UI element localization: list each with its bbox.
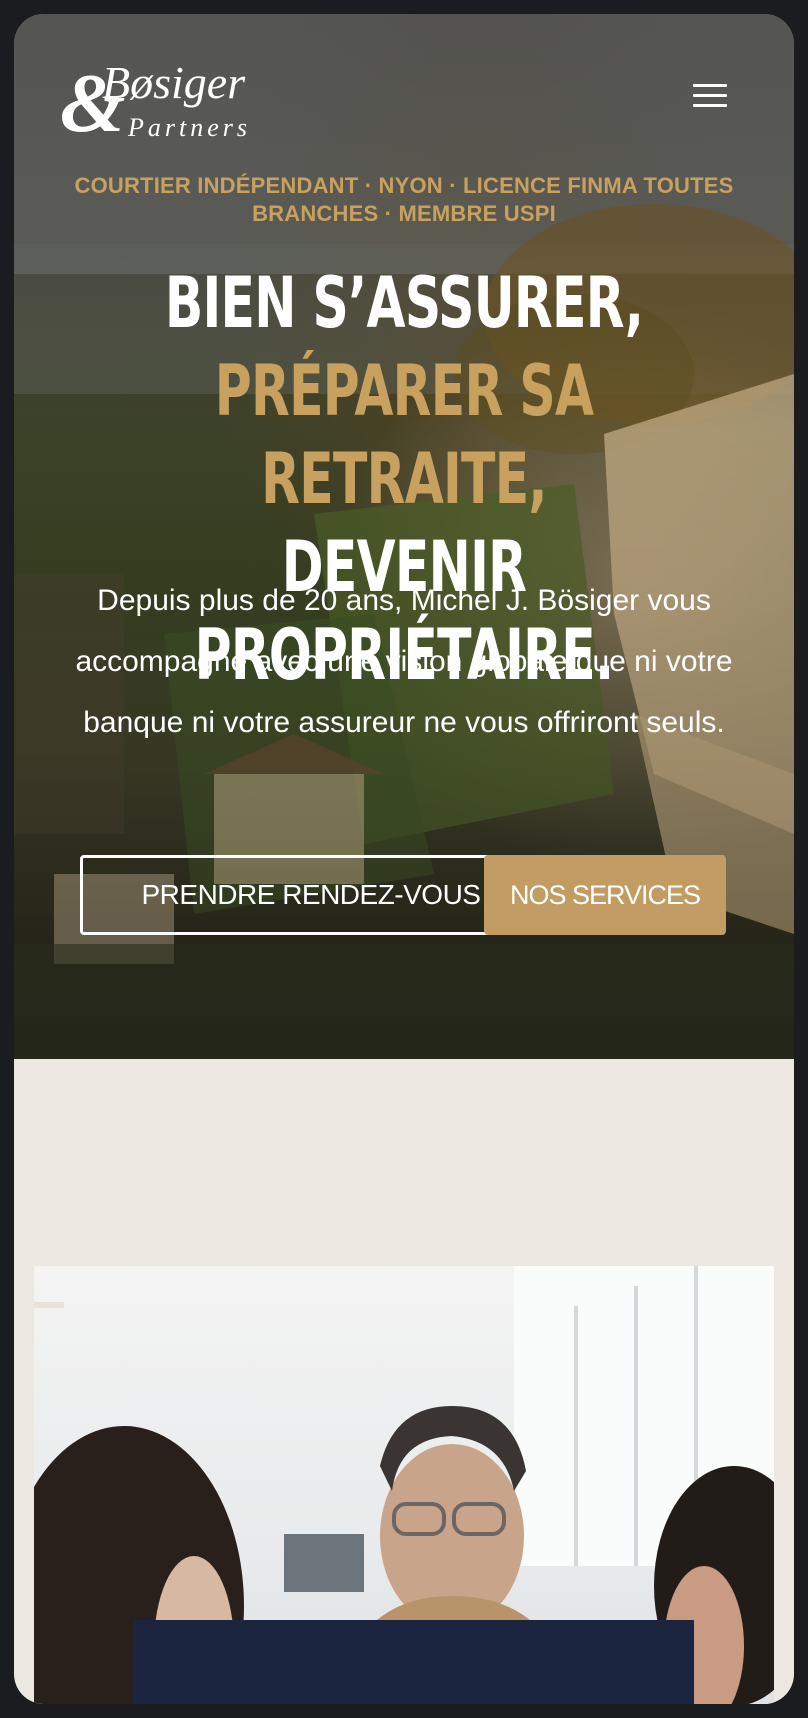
menu-bar-top: [693, 84, 727, 87]
device-frame: & Bøsiger Partners COURTIER INDÉPENDANT …: [0, 0, 808, 1718]
headline-line-1: BIEN S’ASSURER,: [164, 262, 644, 344]
hero-tagline: COURTIER INDÉPENDANT · NYON · LICENCE FI…: [74, 173, 734, 226]
logo-sub: Partners: [128, 113, 251, 142]
intro-card: [134, 1620, 694, 1704]
brand-logo[interactable]: & Bøsiger Partners: [60, 50, 270, 146]
services-button[interactable]: NOS SERVICES: [484, 855, 726, 935]
hamburger-menu-icon[interactable]: [690, 80, 732, 110]
menu-bar-bottom: [693, 104, 727, 107]
logo-name: Bøsiger: [102, 57, 246, 108]
advisor-meeting-photo: [34, 1266, 774, 1704]
hero-intro-text: Depuis plus de 20 ans, Michel J. Bösiger…: [75, 584, 733, 739]
headline-line-2: PRÉPARER SA RETRAITE,: [214, 350, 594, 520]
screen: & Bøsiger Partners COURTIER INDÉPENDANT …: [14, 14, 794, 1704]
site-header: & Bøsiger Partners: [14, 14, 794, 174]
book-appointment-button[interactable]: PRENDRE RENDEZ-VOUS: [80, 855, 542, 935]
menu-bar-middle: [693, 94, 727, 97]
hero-section: & Bøsiger Partners COURTIER INDÉPENDANT …: [14, 14, 794, 1059]
